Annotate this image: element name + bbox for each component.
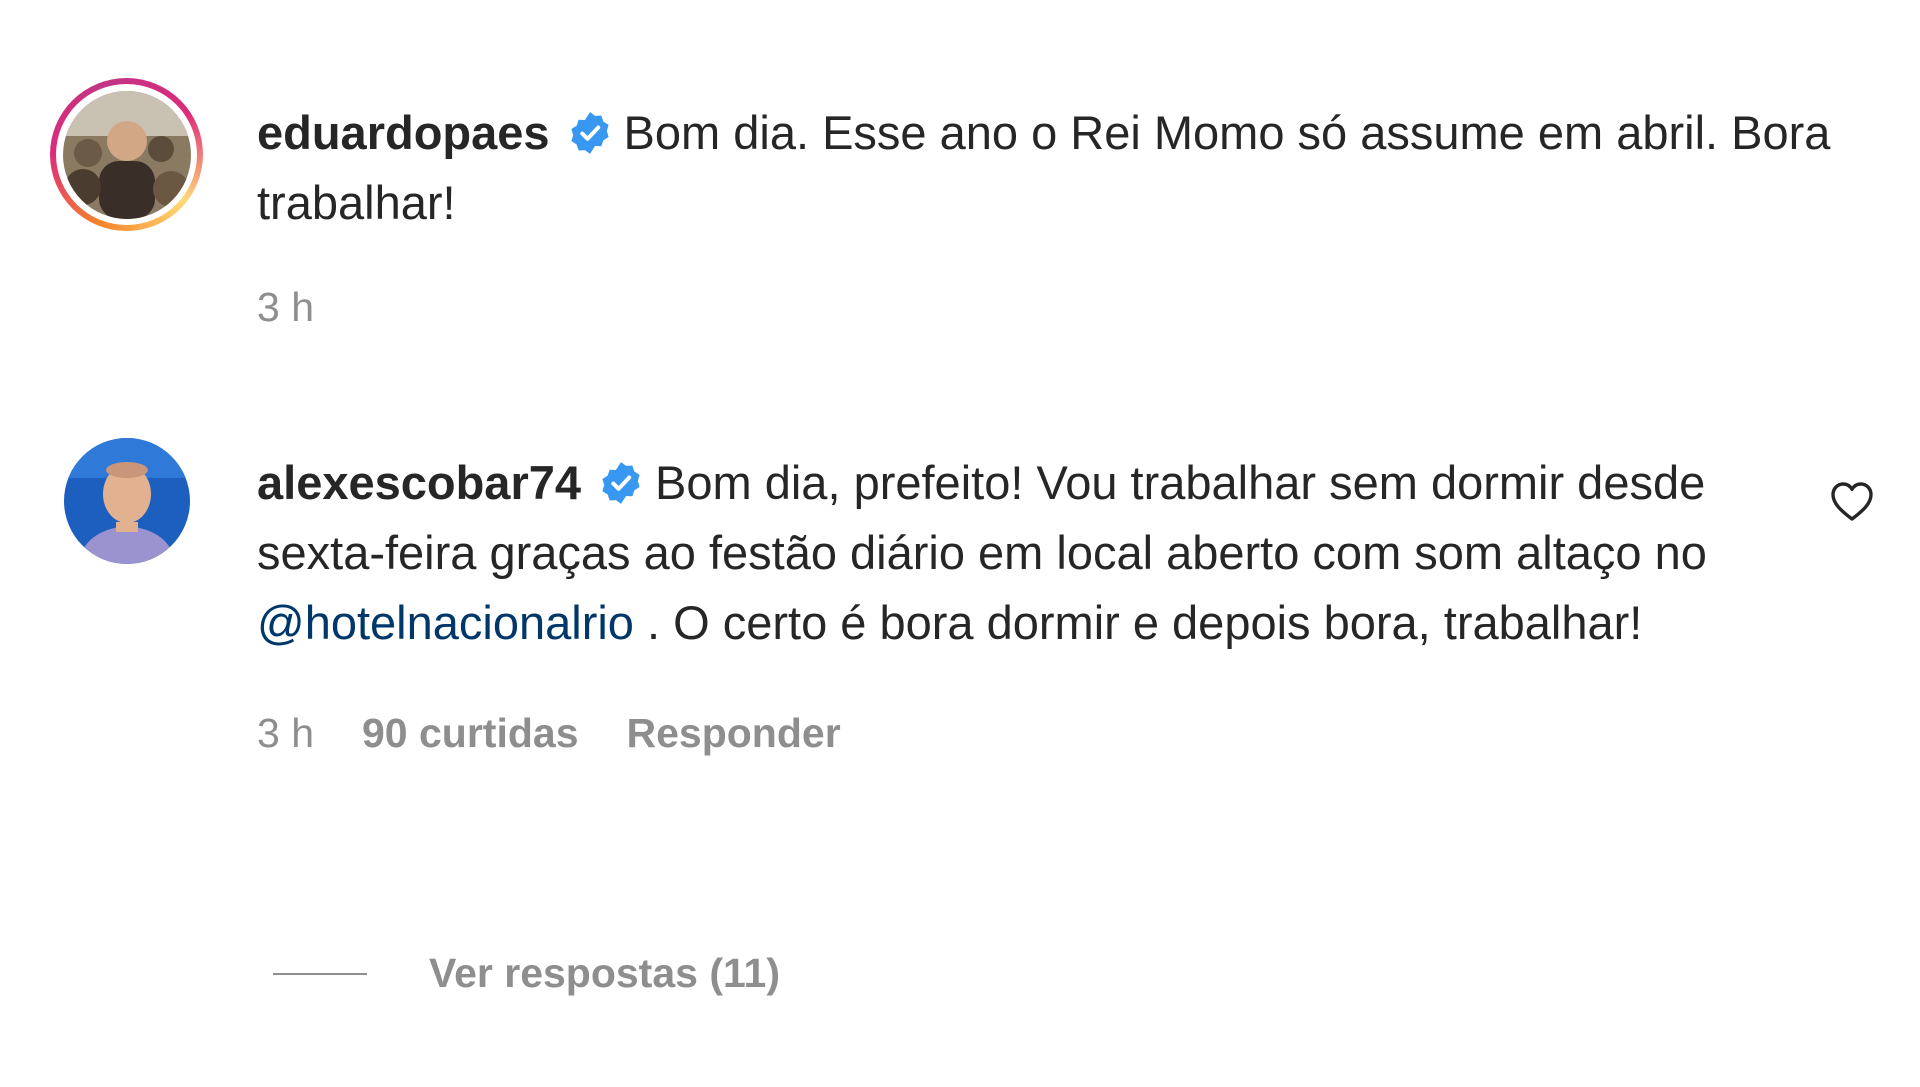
- heart-outline-icon[interactable]: [1828, 478, 1876, 526]
- avatar[interactable]: [64, 438, 190, 564]
- comment-meta: 3 h 90 curtidas Responder: [257, 710, 1747, 757]
- username-link[interactable]: eduardopaes: [257, 106, 550, 159]
- timestamp[interactable]: 3 h: [257, 710, 314, 757]
- mention-link[interactable]: @hotelnacionalrio: [257, 596, 634, 649]
- comment-text: eduardopaes Bom dia. Esse ano o Rei Momo …: [257, 98, 1877, 238]
- replies-divider-line: [273, 972, 367, 975]
- username-link[interactable]: alexescobar74: [257, 456, 581, 509]
- avatar: [62, 90, 191, 219]
- view-replies-button[interactable]: Ver respostas (11): [273, 950, 780, 997]
- comment-meta: 3 h: [257, 284, 1877, 331]
- verified-badge-icon: [602, 462, 640, 504]
- timestamp[interactable]: 3 h: [257, 284, 314, 331]
- verified-badge-icon: [570, 112, 609, 154]
- comment-body: eduardopaes Bom dia. Esse ano o Rei Momo …: [257, 98, 1877, 331]
- comment-text: alexescobar74 Bom dia, prefeito! Vou trab…: [257, 448, 1747, 658]
- view-replies-label: Ver respostas (11): [429, 950, 780, 996]
- likes-count[interactable]: 90 curtidas: [362, 710, 579, 757]
- comment-content-end: . O certo é bora dormir e depois bora, t…: [633, 596, 1643, 649]
- story-ring-avatar[interactable]: [50, 78, 203, 231]
- reply-button[interactable]: Responder: [627, 710, 841, 757]
- comment-body: alexescobar74 Bom dia, prefeito! Vou trab…: [257, 448, 1747, 757]
